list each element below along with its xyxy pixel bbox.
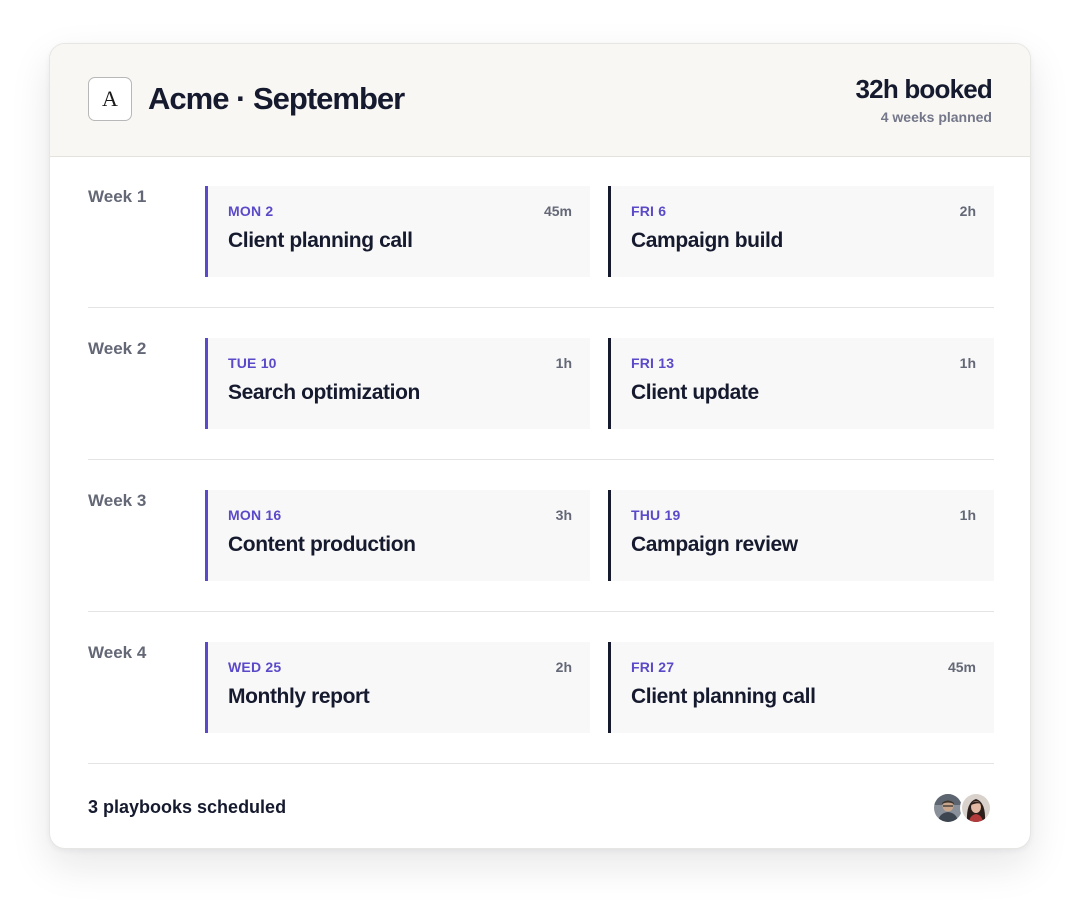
booked-hours: 32h booked bbox=[855, 74, 993, 104]
event-duration: 1h bbox=[959, 507, 976, 523]
event-card[interactable]: FRI 6 2h Campaign build bbox=[608, 186, 994, 277]
event-duration: 2h bbox=[555, 659, 572, 675]
event-title: Search optimization bbox=[228, 381, 420, 404]
week-label: Week 4 bbox=[88, 643, 147, 662]
playbooks-summary: 3 playbooks scheduled bbox=[88, 797, 287, 817]
card-header: A Acme · September 32h booked 4 weeks pl… bbox=[50, 44, 1030, 157]
week-row-1: Week 1 MON 2 45m Client planning call FR… bbox=[88, 156, 994, 308]
footer-divider bbox=[88, 763, 994, 764]
avatar[interactable] bbox=[960, 792, 992, 824]
event-date: MON 2 bbox=[228, 203, 274, 219]
event-title: Client update bbox=[631, 381, 759, 404]
avatar-group[interactable] bbox=[932, 792, 992, 824]
event-date: FRI 6 bbox=[631, 203, 667, 219]
event-duration: 1h bbox=[555, 355, 572, 371]
event-title: Campaign review bbox=[631, 533, 798, 556]
event-card[interactable]: MON 16 3h Content production bbox=[205, 490, 590, 581]
week-row-2: Week 2 TUE 10 1h Search optimization FRI… bbox=[88, 308, 994, 460]
event-card[interactable]: TUE 10 1h Search optimization bbox=[205, 338, 590, 429]
event-duration: 45m bbox=[543, 203, 572, 219]
week-label: Week 2 bbox=[88, 339, 147, 358]
event-card[interactable]: FRI 27 45m Client planning call bbox=[608, 642, 994, 733]
event-title: Content production bbox=[228, 533, 416, 556]
week-row-3: Week 3 MON 16 3h Content production THU … bbox=[88, 460, 994, 612]
calendar-card: A Acme · September 32h booked 4 weeks pl… bbox=[49, 43, 1031, 849]
event-date: FRI 13 bbox=[631, 355, 675, 371]
event-title: Monthly report bbox=[228, 685, 370, 708]
event-date: TUE 10 bbox=[228, 355, 277, 371]
event-title: Campaign build bbox=[631, 229, 783, 252]
week-row-4: Week 4 WED 25 2h Monthly report FRI 27 4… bbox=[88, 612, 994, 764]
event-duration: 1h bbox=[959, 355, 976, 371]
page-title: Acme · September bbox=[148, 81, 405, 116]
event-date: THU 19 bbox=[631, 507, 681, 523]
week-label: Week 1 bbox=[88, 187, 147, 206]
event-duration: 3h bbox=[555, 507, 572, 523]
event-card[interactable]: FRI 13 1h Client update bbox=[608, 338, 994, 429]
event-duration: 2h bbox=[959, 203, 976, 219]
event-duration: 45m bbox=[947, 659, 976, 675]
week-label: Week 3 bbox=[88, 491, 147, 510]
event-card[interactable]: WED 25 2h Monthly report bbox=[205, 642, 590, 733]
event-card[interactable]: MON 2 45m Client planning call bbox=[205, 186, 590, 277]
event-title: Client planning call bbox=[631, 685, 816, 708]
client-logo: A bbox=[88, 77, 132, 121]
event-date: MON 16 bbox=[228, 507, 282, 523]
event-card[interactable]: THU 19 1h Campaign review bbox=[608, 490, 994, 581]
event-title: Client planning call bbox=[228, 229, 413, 252]
event-date: WED 25 bbox=[228, 659, 282, 675]
weeks-planned: 4 weeks planned bbox=[880, 109, 992, 125]
event-date: FRI 27 bbox=[631, 659, 675, 675]
